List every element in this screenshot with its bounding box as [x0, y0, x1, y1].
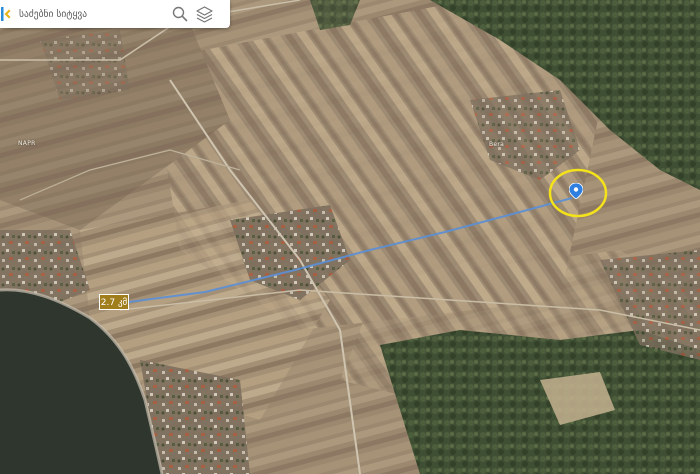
search-bar [0, 0, 230, 28]
route-distance-label: 2.7 კმ [99, 294, 129, 310]
layers-button[interactable] [193, 3, 215, 25]
place-label-napr: NAPR [18, 140, 36, 147]
layers-icon [195, 5, 213, 23]
satellite-map[interactable] [0, 0, 700, 474]
logo-icon [1, 7, 11, 21]
place-label-bera: Bera [489, 141, 505, 148]
search-icon [172, 6, 188, 22]
search-input[interactable] [19, 8, 159, 20]
location-pin-icon[interactable] [569, 183, 583, 199]
search-button[interactable] [169, 3, 191, 25]
